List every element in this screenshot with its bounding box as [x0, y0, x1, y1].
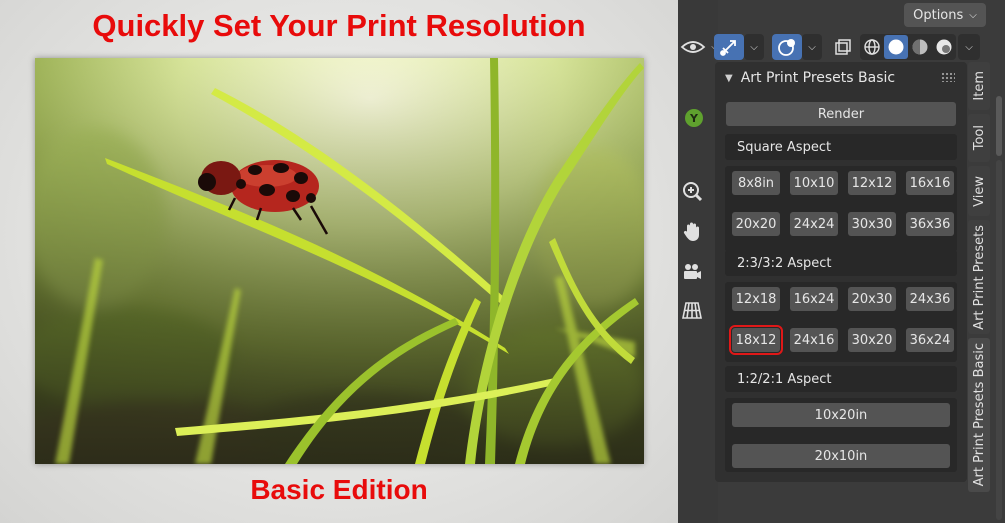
blender-sidebar-ui: Y Options ⌵ ⌵ ⌵ ⌵ ▼ Art Print Presets Ba…: [678, 0, 1005, 523]
render-button[interactable]: Render: [726, 102, 956, 126]
wireframe-shading-icon[interactable]: [860, 35, 884, 59]
preset-16x24-button[interactable]: 16x24: [790, 287, 838, 311]
preset-20x30-button[interactable]: 20x30: [848, 287, 896, 311]
preset-16x16-button[interactable]: 16x16: [906, 171, 954, 195]
solid-shading-icon[interactable]: [884, 35, 908, 59]
overlay-toggle-icon[interactable]: [772, 34, 802, 60]
preset-20x10in-button[interactable]: 20x10in: [732, 444, 950, 468]
collapse-triangle-icon[interactable]: ▼: [725, 73, 733, 84]
sidebar-scroll-track: [996, 160, 1002, 520]
tab-art-print-presets[interactable]: Art Print Presets: [968, 220, 990, 334]
preset-36x24-button[interactable]: 36x24: [906, 328, 954, 352]
section-label-square: Square Aspect: [725, 134, 957, 160]
material-shading-icon[interactable]: [908, 35, 932, 59]
panel-title: Art Print Presets Basic: [740, 70, 896, 86]
preset-10x10-button[interactable]: 10x10: [790, 171, 838, 195]
camera-view-icon[interactable]: [678, 258, 706, 286]
tab-art-print-presets-basic[interactable]: Art Print Presets Basic: [968, 338, 990, 492]
chevron-down-icon[interactable]: ⌵: [744, 34, 764, 60]
preset-10x20in-button[interactable]: 10x20in: [732, 403, 950, 427]
promo-panel: Quickly Set Your Print Resolution Basic …: [0, 0, 678, 523]
chevron-down-icon: ⌵: [969, 9, 977, 21]
xray-toggle-icon[interactable]: [830, 34, 856, 60]
tab-item[interactable]: Item: [968, 62, 990, 110]
panel-header[interactable]: ▼ Art Print Presets Basic: [715, 66, 967, 90]
preset-24x16-button[interactable]: 24x16: [790, 328, 838, 352]
viewport-edge: Y: [678, 0, 718, 523]
pan-hand-icon[interactable]: [678, 218, 706, 246]
preset-12x12-button[interactable]: 12x12: [848, 171, 896, 195]
section-label-2-3: 2:3/3:2 Aspect: [725, 250, 957, 276]
preset-30x20-button[interactable]: 30x20: [848, 328, 896, 352]
ladybug-photo-art: [35, 58, 644, 464]
options-label: Options: [913, 7, 964, 23]
rendered-shading-icon[interactable]: [932, 35, 956, 59]
shading-mode-group: [860, 34, 956, 60]
gizmo-y-axis-icon[interactable]: Y: [680, 104, 708, 132]
drag-handle-icon[interactable]: [941, 72, 955, 82]
chevron-down-icon[interactable]: ⌵: [802, 34, 822, 60]
preset-20x20-button[interactable]: 20x20: [732, 212, 780, 236]
preset-24x36-button[interactable]: 24x36: [906, 287, 954, 311]
perspective-grid-icon[interactable]: [678, 296, 706, 324]
preset-12x18-button[interactable]: 12x18: [732, 287, 780, 311]
preset-24x24-button[interactable]: 24x24: [790, 212, 838, 236]
sidebar-tab-strip: Item Tool View Art Print Presets Art Pri…: [968, 62, 990, 492]
preset-8x8in-button[interactable]: 8x8in: [732, 171, 780, 195]
preset-18x12-button[interactable]: 18x12: [729, 325, 783, 355]
promo-title: Quickly Set Your Print Resolution: [92, 8, 586, 43]
preset-36x36-button[interactable]: 36x36: [906, 212, 954, 236]
tab-tool[interactable]: Tool: [968, 114, 990, 162]
section-label-1-2: 1:2/2:1 Aspect: [725, 366, 957, 392]
art-print-presets-panel: ▼ Art Print Presets Basic Render Square …: [715, 62, 967, 482]
zoom-in-icon[interactable]: [678, 178, 706, 206]
svg-text:Y: Y: [689, 112, 699, 125]
preset-30x30-button[interactable]: 30x30: [848, 212, 896, 236]
sidebar-scrollbar[interactable]: [996, 96, 1002, 156]
visibility-eye-icon[interactable]: [678, 34, 708, 60]
promo-subtitle: Basic Edition: [250, 474, 428, 505]
options-button[interactable]: Options ⌵: [904, 3, 986, 27]
gizmo-toggle-icon[interactable]: [714, 34, 744, 60]
tab-view[interactable]: View: [968, 166, 990, 216]
ladybug-photo: [35, 58, 644, 464]
chevron-down-icon[interactable]: ⌵: [958, 34, 980, 60]
